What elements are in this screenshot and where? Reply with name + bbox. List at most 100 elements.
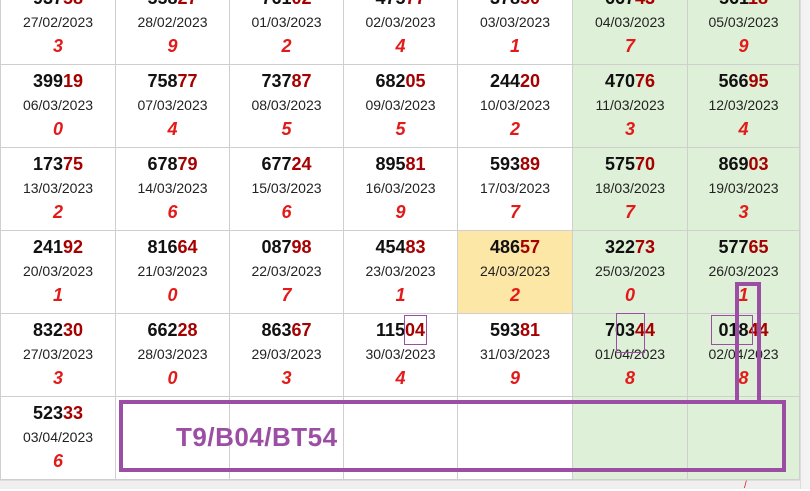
result-digit: 9	[509, 368, 520, 388]
number-head: 832	[32, 320, 63, 340]
number-head: 761	[261, 0, 291, 8]
result-cell: 93758 27/02/2023 3	[0, 0, 116, 65]
result-date: 26/03/2023	[708, 263, 779, 279]
result-digit: 9	[395, 202, 406, 222]
result-number: 68205	[344, 70, 457, 92]
result-digit: 2	[52, 202, 63, 222]
number-head: 662	[147, 320, 178, 340]
number-tail: 81	[520, 320, 541, 340]
number-head: 486	[489, 237, 520, 257]
result-cell: 17375 13/03/2023 2	[0, 148, 116, 231]
result-cell: 66743 04/03/2023 7	[573, 0, 688, 65]
result-cell: 56118 05/03/2023 9	[688, 0, 800, 65]
result-cell: 48657 24/03/2023 2	[458, 231, 573, 314]
result-date: 06/03/2023	[22, 97, 94, 113]
number-head: 593	[489, 154, 520, 174]
result-number: 66743	[573, 0, 687, 9]
result-number: 37850	[458, 0, 572, 9]
number-tail: 50	[520, 0, 540, 8]
result-digit: 4	[167, 119, 178, 139]
result-number: 59381	[458, 319, 572, 341]
result-date: 11/03/2023	[595, 97, 665, 113]
result-digit: 0	[52, 119, 63, 139]
result-digit: 0	[624, 285, 635, 305]
number-head: 737	[261, 71, 292, 91]
result-digit: 4	[395, 368, 406, 388]
result-date: 20/03/2023	[22, 263, 94, 279]
result-cell: 76102 01/03/2023 2	[230, 0, 344, 65]
result-number: 52333	[1, 402, 115, 424]
number-head: 561	[719, 0, 748, 8]
number-head: 322	[604, 237, 635, 257]
result-date: 10/03/2023	[479, 97, 551, 113]
result-cell: 81664 21/03/2023 0	[116, 231, 230, 314]
number-head: 454	[375, 237, 406, 257]
result-date: 28/03/2023	[137, 346, 208, 362]
number-head: 758	[147, 71, 178, 91]
number-tail: 43	[635, 0, 655, 8]
number-head: 378	[490, 0, 520, 8]
result-cell: 59389 17/03/2023 7	[458, 148, 573, 231]
result-date: 30/03/2023	[365, 346, 436, 362]
number-head: 399	[32, 71, 63, 91]
result-cell: 24420 10/03/2023 2	[458, 65, 573, 148]
horizontal-scrollbar[interactable]	[0, 480, 800, 489]
result-digit: 8	[624, 368, 635, 388]
result-date: 08/03/2023	[251, 97, 322, 113]
result-digit: 3	[52, 368, 63, 388]
number-head: 575	[604, 154, 635, 174]
result-date: 02/03/2023	[365, 14, 436, 30]
result-number: 11504	[344, 319, 457, 341]
number-tail: 28	[177, 320, 198, 340]
result-cell: 59381 31/03/2023 9	[458, 314, 573, 397]
result-date: 27/02/2023	[22, 14, 94, 30]
number-tail: 20	[520, 71, 541, 91]
result-digit: 3	[281, 368, 292, 388]
result-cell: 66228 28/03/2023 0	[116, 314, 230, 397]
result-date: 14/03/2023	[137, 180, 208, 196]
result-date: 01/03/2023	[251, 14, 322, 30]
result-digit: 1	[509, 36, 520, 56]
result-number: 86367	[230, 319, 343, 341]
number-tail: 76	[635, 71, 656, 91]
result-cell: 39919 06/03/2023 0	[0, 65, 116, 148]
result-number: 57570	[573, 153, 687, 175]
number-tail: 24	[291, 154, 312, 174]
number-tail: 57	[520, 237, 541, 257]
number-head: 937	[33, 0, 63, 8]
number-head: 173	[32, 154, 63, 174]
number-tail: 18	[748, 0, 768, 8]
result-number: 83230	[1, 319, 115, 341]
result-number: 89581	[344, 153, 457, 175]
result-digit: 7	[281, 285, 292, 305]
result-date: 27/03/2023	[22, 346, 94, 362]
result-number: 59389	[458, 153, 572, 175]
number-tail: 77	[406, 0, 426, 8]
result-date: 12/03/2023	[708, 97, 779, 113]
number-tail: 30	[63, 320, 84, 340]
result-cell: 67724 15/03/2023 6	[230, 148, 344, 231]
result-number: 24420	[458, 70, 572, 92]
result-date: 13/03/2023	[22, 180, 94, 196]
result-cell: 24192 20/03/2023 1	[0, 231, 116, 314]
number-head: 115	[375, 320, 405, 340]
result-digit: 5	[395, 119, 406, 139]
result-cell: 32273 25/03/2023 0	[573, 231, 688, 314]
result-digit: 7	[624, 202, 635, 222]
number-tail: 95	[748, 71, 769, 91]
vertical-scrollbar[interactable]	[800, 0, 810, 489]
result-date: 15/03/2023	[251, 180, 322, 196]
result-date: 22/03/2023	[251, 263, 322, 279]
result-date: 04/03/2023	[594, 14, 666, 30]
number-tail: 03	[748, 154, 769, 174]
result-digit: 5	[281, 119, 292, 139]
result-cell: 57570 18/03/2023 7	[573, 148, 688, 231]
annotation-mark-3004	[404, 315, 427, 345]
number-head: 678	[147, 154, 178, 174]
result-number: 39919	[1, 70, 115, 92]
result-cell: 73787 08/03/2023 5	[230, 65, 344, 148]
number-head: 241	[32, 237, 63, 257]
result-date: 16/03/2023	[365, 180, 436, 196]
result-cell: 67879 14/03/2023 6	[116, 148, 230, 231]
annotation-label: T9/B04/BT54	[176, 422, 338, 452]
